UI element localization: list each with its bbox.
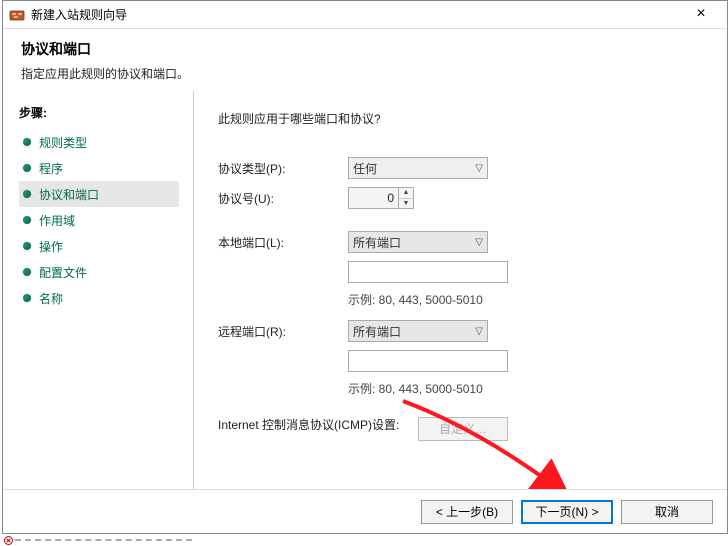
cancel-button[interactable]: 取消 bbox=[621, 500, 713, 524]
wizard-content: 此规则应用于哪些端口和协议? 协议类型(P): 任何 ▽ 协议号(U): 0 ▲… bbox=[178, 96, 727, 494]
app-icon bbox=[9, 7, 25, 23]
step-program[interactable]: 程序 bbox=[19, 155, 178, 181]
step-label: 操作 bbox=[39, 238, 63, 255]
window-title: 新建入站规则向导 bbox=[31, 6, 681, 23]
bullet-icon bbox=[23, 268, 31, 276]
spin-up-icon[interactable]: ▲ bbox=[399, 188, 413, 199]
protocol-number-value: 0 bbox=[348, 187, 398, 209]
local-port-example: 示例: 80, 443, 5000-5010 bbox=[348, 291, 703, 308]
page-heading: 协议和端口 bbox=[21, 39, 709, 59]
step-profile[interactable]: 配置文件 bbox=[19, 259, 178, 285]
next-button[interactable]: 下一页(N) > bbox=[521, 500, 613, 524]
remote-port-input[interactable] bbox=[348, 350, 508, 372]
wizard-header: 协议和端口 指定应用此规则的协议和端口。 bbox=[3, 29, 727, 96]
chevron-down-icon: ▽ bbox=[475, 237, 483, 248]
protocol-type-value: 任何 bbox=[353, 160, 377, 177]
wizard-sidebar: 步骤: 规则类型 程序 协议和端口 作用域 操作 配置文件 名称 bbox=[3, 96, 178, 494]
step-label: 协议和端口 bbox=[39, 186, 99, 203]
error-icon bbox=[4, 536, 13, 545]
bullet-icon bbox=[23, 242, 31, 250]
protocol-number-spinner[interactable]: 0 ▲▼ bbox=[348, 187, 414, 209]
content-question: 此规则应用于哪些端口和协议? bbox=[218, 110, 703, 127]
back-button[interactable]: < 上一步(B) bbox=[421, 500, 513, 524]
bullet-icon bbox=[23, 164, 31, 172]
spinner-buttons[interactable]: ▲▼ bbox=[398, 187, 414, 209]
step-label: 规则类型 bbox=[39, 134, 87, 151]
step-action[interactable]: 操作 bbox=[19, 233, 178, 259]
protocol-number-label: 协议号(U): bbox=[218, 190, 348, 207]
background-fragment bbox=[2, 534, 192, 546]
step-scope[interactable]: 作用域 bbox=[19, 207, 178, 233]
step-rule-type[interactable]: 规则类型 bbox=[19, 129, 178, 155]
remote-port-value: 所有端口 bbox=[353, 323, 401, 340]
chevron-down-icon: ▽ bbox=[475, 326, 483, 337]
step-label: 作用域 bbox=[39, 212, 75, 229]
step-label: 配置文件 bbox=[39, 264, 87, 281]
page-subtitle: 指定应用此规则的协议和端口。 bbox=[21, 65, 709, 82]
chevron-down-icon: ▽ bbox=[475, 163, 483, 174]
wizard-footer: < 上一步(B) 下一页(N) > 取消 bbox=[3, 489, 727, 533]
protocol-type-label: 协议类型(P): bbox=[218, 160, 348, 177]
bullet-icon bbox=[23, 294, 31, 302]
bullet-icon bbox=[23, 216, 31, 224]
local-port-label: 本地端口(L): bbox=[218, 234, 348, 251]
spin-down-icon[interactable]: ▼ bbox=[399, 199, 413, 209]
step-label: 名称 bbox=[39, 290, 63, 307]
titlebar: 新建入站规则向导 × bbox=[3, 1, 727, 29]
step-protocol-port[interactable]: 协议和端口 bbox=[19, 181, 179, 207]
icmp-label: Internet 控制消息协议(ICMP)设置: bbox=[218, 417, 418, 434]
step-name[interactable]: 名称 bbox=[19, 285, 178, 311]
wizard-window: 新建入站规则向导 × 协议和端口 指定应用此规则的协议和端口。 步骤: 规则类型… bbox=[2, 0, 728, 534]
local-port-value: 所有端口 bbox=[353, 234, 401, 251]
bullet-icon bbox=[23, 138, 31, 146]
customize-button: 自定义… bbox=[418, 417, 508, 441]
step-label: 程序 bbox=[39, 160, 63, 177]
remote-port-example: 示例: 80, 443, 5000-5010 bbox=[348, 380, 703, 397]
sidebar-title: 步骤: bbox=[19, 104, 178, 121]
bullet-icon bbox=[23, 190, 31, 198]
protocol-type-select[interactable]: 任何 ▽ bbox=[348, 157, 488, 179]
remote-port-select[interactable]: 所有端口 ▽ bbox=[348, 320, 488, 342]
local-port-input[interactable] bbox=[348, 261, 508, 283]
vertical-divider bbox=[193, 91, 194, 489]
local-port-select[interactable]: 所有端口 ▽ bbox=[348, 231, 488, 253]
remote-port-label: 远程端口(R): bbox=[218, 323, 348, 340]
close-button[interactable]: × bbox=[681, 3, 721, 27]
